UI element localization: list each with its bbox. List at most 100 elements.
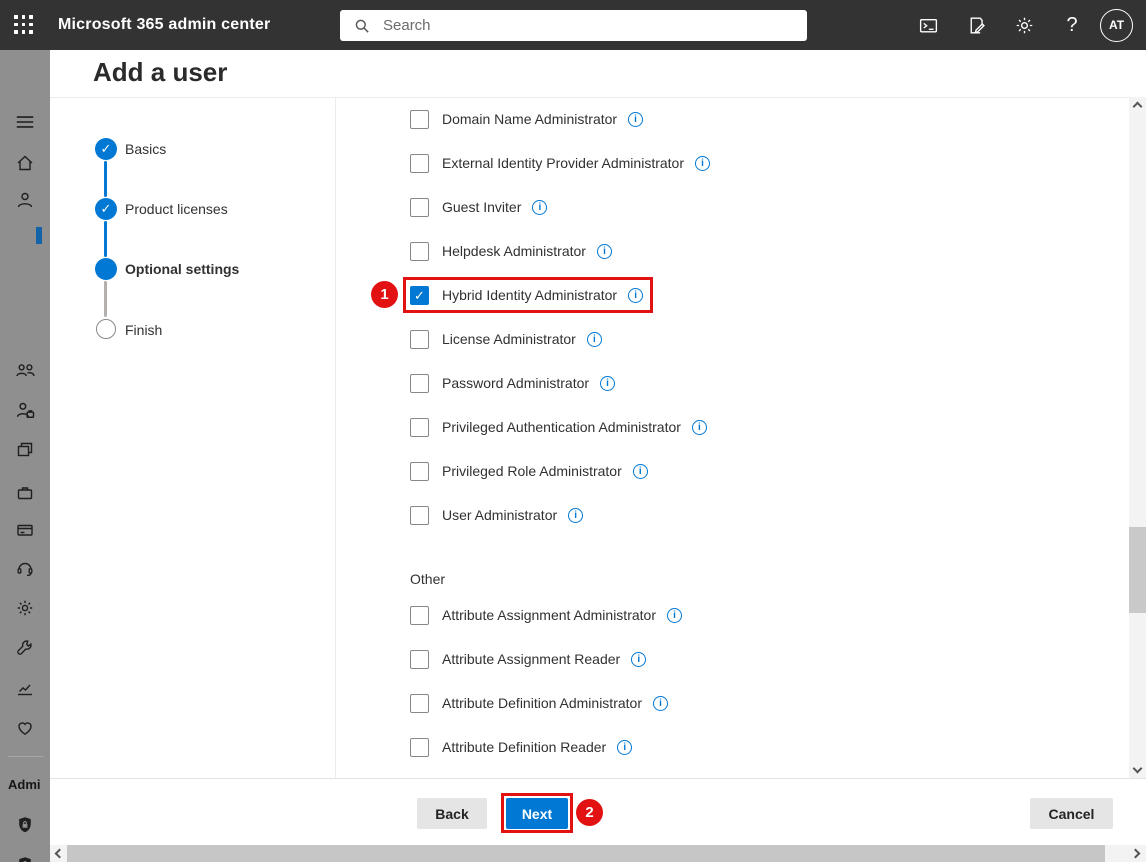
- billing-icon[interactable]: [0, 518, 50, 542]
- checkbox[interactable]: [410, 462, 429, 481]
- checkbox[interactable]: [410, 606, 429, 625]
- role-label: Attribute Assignment Administrator: [442, 607, 656, 623]
- header-divider: [50, 97, 1146, 98]
- info-icon[interactable]: [695, 156, 710, 171]
- checkbox[interactable]: [410, 242, 429, 261]
- checkbox[interactable]: [410, 418, 429, 437]
- info-icon[interactable]: [532, 200, 547, 215]
- role-row: External Identity Provider Administrator: [410, 153, 710, 173]
- info-icon[interactable]: [653, 696, 668, 711]
- role-label: Password Administrator: [442, 375, 589, 391]
- back-button[interactable]: Back: [417, 798, 487, 829]
- checkbox[interactable]: [410, 506, 429, 525]
- security-icon[interactable]: [0, 813, 50, 837]
- info-icon[interactable]: [617, 740, 632, 755]
- info-icon[interactable]: [633, 464, 648, 479]
- health-icon[interactable]: [0, 716, 50, 740]
- help-icon[interactable]: ?: [1048, 0, 1096, 50]
- info-icon[interactable]: [667, 608, 682, 623]
- checkbox[interactable]: [410, 198, 429, 217]
- checkbox[interactable]: [410, 110, 429, 129]
- account-avatar[interactable]: AT: [1100, 9, 1133, 42]
- checkbox[interactable]: [410, 330, 429, 349]
- step-optional-settings-label: Optional settings: [125, 258, 239, 280]
- step-product-licenses-check-icon: ✓: [95, 198, 117, 220]
- scroll-down-icon[interactable]: [1133, 764, 1143, 774]
- role-row-hybrid-identity: Hybrid Identity Administrator: [410, 285, 643, 305]
- role-row: Password Administrator: [410, 373, 615, 393]
- vertical-scrollbar-thumb[interactable]: [1129, 527, 1146, 613]
- nav-divider: [8, 756, 44, 757]
- feedback-icon[interactable]: [952, 0, 1000, 50]
- marketplace-icon[interactable]: [0, 481, 50, 505]
- role-label: Attribute Definition Reader: [442, 739, 606, 755]
- role-row: Attribute Definition Administrator: [410, 693, 668, 713]
- annotation-marker-1: 1: [371, 281, 398, 308]
- role-label: Privileged Authentication Administrator: [442, 419, 681, 435]
- support-icon[interactable]: [0, 556, 50, 580]
- menu-icon[interactable]: [0, 110, 50, 134]
- teams-groups-icon[interactable]: [0, 358, 50, 382]
- checkbox[interactable]: [410, 738, 429, 757]
- home-icon[interactable]: [0, 151, 50, 175]
- checkbox[interactable]: [410, 286, 429, 305]
- page-title: Add a user: [93, 57, 227, 88]
- role-row: Domain Name Administrator: [410, 109, 643, 129]
- command-line-icon[interactable]: [904, 0, 952, 50]
- admin-centers-label: Admi: [8, 777, 41, 792]
- info-icon[interactable]: [568, 508, 583, 523]
- step-connector: [104, 281, 107, 317]
- checkbox[interactable]: [410, 650, 429, 669]
- step-finish-dot: [96, 319, 116, 339]
- scroll-left-icon[interactable]: [55, 849, 65, 859]
- cancel-button[interactable]: Cancel: [1030, 798, 1113, 829]
- info-icon[interactable]: [587, 332, 602, 347]
- info-icon[interactable]: [600, 376, 615, 391]
- checkbox[interactable]: [410, 694, 429, 713]
- role-row: Attribute Assignment Administrator: [410, 605, 682, 625]
- compliance-icon[interactable]: [0, 853, 50, 862]
- reports-icon[interactable]: [0, 676, 50, 700]
- step-basics-label: Basics: [125, 138, 166, 160]
- info-icon[interactable]: [692, 420, 707, 435]
- search-icon: [354, 18, 370, 34]
- step-connector: [104, 221, 107, 257]
- step-connector: [104, 161, 107, 197]
- info-icon[interactable]: [628, 288, 643, 303]
- role-row: User Administrator: [410, 505, 583, 525]
- horizontal-scrollbar-thumb[interactable]: [67, 845, 1105, 862]
- steps-content-divider: [335, 97, 336, 778]
- scroll-up-icon[interactable]: [1133, 102, 1143, 112]
- scroll-right-icon[interactable]: [1131, 849, 1141, 859]
- role-label: User Administrator: [442, 507, 557, 523]
- role-row: Attribute Definition Reader: [410, 737, 632, 757]
- role-label: Hybrid Identity Administrator: [442, 287, 617, 303]
- resources-icon[interactable]: [0, 438, 50, 462]
- gear-icon[interactable]: [1000, 0, 1048, 50]
- info-icon[interactable]: [628, 112, 643, 127]
- info-icon[interactable]: [597, 244, 612, 259]
- role-label: Domain Name Administrator: [442, 111, 617, 127]
- vertical-scrollbar[interactable]: [1129, 97, 1146, 778]
- setup-icon[interactable]: [0, 636, 50, 660]
- horizontal-scrollbar[interactable]: [50, 845, 1146, 862]
- users-icon[interactable]: [0, 188, 50, 212]
- top-bar: Microsoft 365 admin center Search ? AT: [0, 0, 1146, 50]
- checkbox[interactable]: [410, 374, 429, 393]
- search-input[interactable]: Search: [340, 10, 807, 41]
- checkbox[interactable]: [410, 154, 429, 173]
- topbar-actions: ? AT: [904, 0, 1146, 50]
- other-section-heading: Other: [410, 571, 445, 587]
- app-window: Microsoft 365 admin center Search ? AT: [0, 0, 1146, 862]
- app-launcher-waffle-icon[interactable]: [14, 15, 35, 36]
- role-label: Helpdesk Administrator: [442, 243, 586, 259]
- next-button[interactable]: Next: [506, 798, 568, 829]
- role-row: Guest Inviter: [410, 197, 547, 217]
- role-row: Helpdesk Administrator: [410, 241, 612, 261]
- settings-icon[interactable]: [0, 596, 50, 620]
- roles-icon[interactable]: [0, 398, 50, 422]
- role-label: Attribute Definition Administrator: [442, 695, 642, 711]
- info-icon[interactable]: [631, 652, 646, 667]
- active-nav-indicator: [36, 227, 42, 244]
- role-row: License Administrator: [410, 329, 602, 349]
